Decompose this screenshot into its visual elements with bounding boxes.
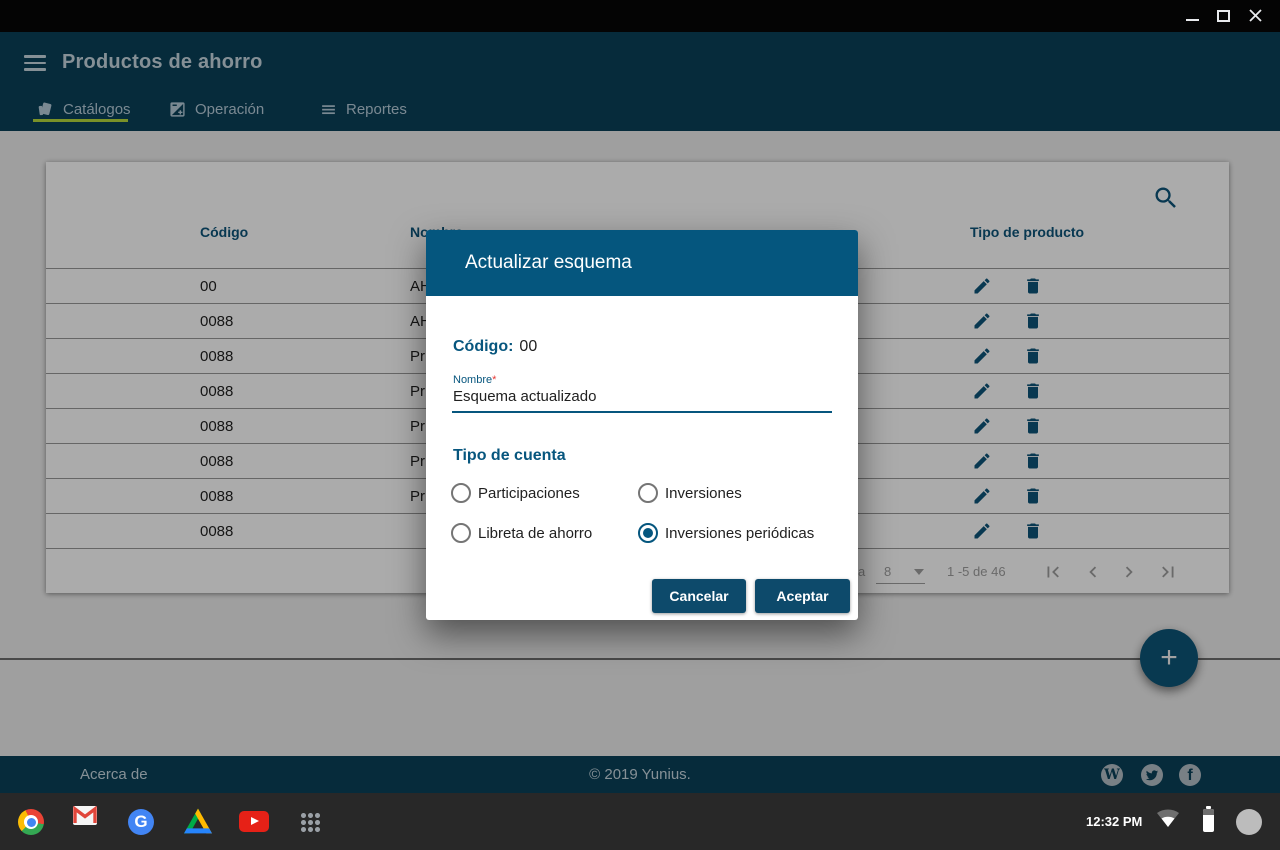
- clock[interactable]: 12:32 PM: [1086, 793, 1142, 850]
- radio-label: Inversiones periódicas: [665, 525, 814, 542]
- battery-icon[interactable]: [1203, 806, 1214, 832]
- minimize-icon: [1186, 19, 1199, 21]
- taskbar: G 12:32 PM: [0, 793, 1280, 850]
- nombre-input[interactable]: [452, 388, 832, 405]
- screen: Productos de ahorro Catálogos Operación …: [0, 0, 1280, 850]
- cancel-button[interactable]: Cancelar: [652, 579, 746, 613]
- radio-icon: [638, 523, 658, 543]
- codigo-field: Código: 00: [453, 338, 537, 356]
- google-icon[interactable]: G: [128, 809, 154, 835]
- radio-icon: [451, 483, 471, 503]
- app-grid-icon[interactable]: [300, 812, 320, 832]
- drive-icon[interactable]: [184, 808, 212, 834]
- browser-viewport: Productos de ahorro Catálogos Operación …: [0, 32, 1280, 793]
- nombre-label-text: Nombre: [453, 374, 492, 386]
- chrome-icon[interactable]: [18, 809, 44, 835]
- required-mark: *: [492, 374, 496, 386]
- radio-label: Libreta de ahorro: [478, 525, 592, 542]
- close-icon: [1248, 8, 1263, 23]
- radio-icon: [451, 523, 471, 543]
- input-underline: [452, 411, 832, 413]
- codigo-label: Código:: [453, 338, 513, 355]
- dialog-title: Actualizar esquema: [465, 230, 632, 296]
- youtube-icon[interactable]: [239, 811, 269, 832]
- wifi-icon[interactable]: [1156, 808, 1180, 828]
- nombre-label: Nombre*: [453, 374, 496, 386]
- tipo-de-cuenta-label: Tipo de cuenta: [453, 447, 566, 465]
- update-schema-dialog: Actualizar esquema Código: 00 Nombre* Tip…: [426, 230, 858, 620]
- window-close-button[interactable]: [1248, 8, 1263, 23]
- codigo-value: 00: [519, 338, 537, 355]
- avatar[interactable]: [1236, 809, 1262, 835]
- window-titlebar: [0, 0, 1280, 32]
- radio-label: Inversiones: [665, 485, 742, 502]
- radio-icon: [638, 483, 658, 503]
- accept-button[interactable]: Aceptar: [755, 579, 850, 613]
- radio-label: Participaciones: [478, 485, 580, 502]
- dialog-header: Actualizar esquema: [426, 230, 858, 296]
- maximize-icon: [1217, 10, 1230, 22]
- gmail-icon[interactable]: [73, 806, 97, 825]
